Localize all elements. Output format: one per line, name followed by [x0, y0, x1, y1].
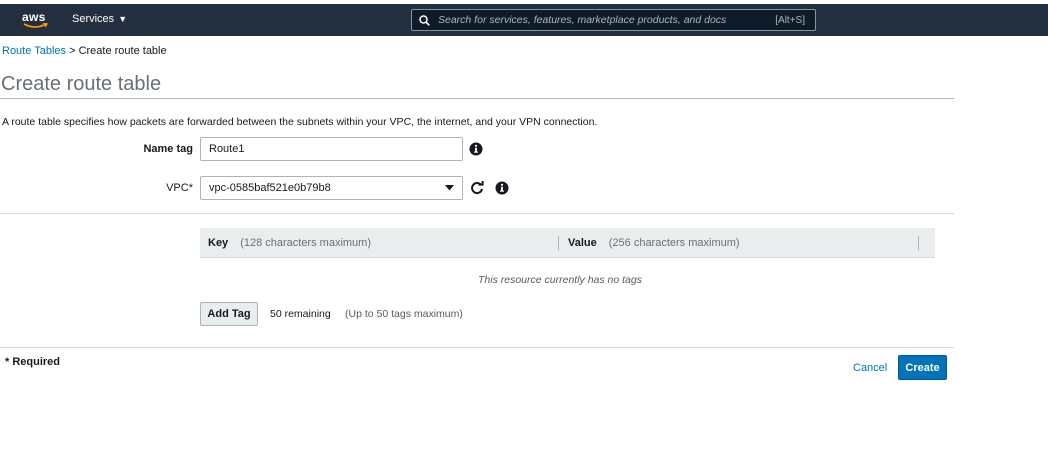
refresh-icon[interactable]	[470, 181, 484, 195]
page-description: A route table specifies how packets are …	[2, 116, 598, 128]
vpc-select[interactable]: vpc-0585baf521e0b79b8	[200, 176, 463, 200]
global-search-input[interactable]	[438, 14, 776, 26]
add-tag-button[interactable]: Add Tag	[200, 302, 258, 326]
key-header-label: Key	[208, 236, 229, 249]
name-tag-info-icon[interactable]	[469, 142, 483, 156]
key-column-header: Key (128 characters maximum)	[208, 237, 371, 249]
value-header-hint: (256 characters maximum)	[608, 236, 740, 249]
required-note: * Required	[5, 356, 61, 368]
top-navigation-bar: aws Services ▼ [Alt+S]	[0, 4, 1048, 36]
page-title: Create route table	[1, 73, 162, 95]
tags-table-header: Key (128 characters maximum) Value (256 ch…	[200, 228, 935, 258]
tags-remaining-count: 50 remaining	[270, 308, 331, 320]
column-separator	[558, 236, 559, 250]
create-button[interactable]: Create	[898, 355, 947, 380]
name-tag-input[interactable]	[200, 137, 463, 161]
column-separator	[918, 236, 919, 250]
breadcrumb-link-route-tables[interactable]: Route Tables	[2, 45, 66, 57]
title-divider	[0, 98, 954, 99]
search-shortcut-hint: [Alt+S]	[775, 14, 805, 26]
tags-max-note: (Up to 50 tags maximum)	[345, 308, 463, 320]
section-divider	[0, 213, 954, 214]
aws-logo-text: aws	[22, 10, 46, 24]
dropdown-caret-icon	[445, 185, 454, 191]
breadcrumb: Route Tables > Create route table	[2, 45, 167, 57]
caret-down-icon: ▼	[118, 14, 128, 24]
cancel-button[interactable]: Cancel	[853, 362, 887, 374]
tags-table: Key (128 characters maximum) Value (256 ch…	[200, 228, 935, 258]
global-search-box[interactable]: [Alt+S]	[411, 9, 816, 31]
vpc-label: VPC*	[166, 182, 193, 194]
aws-smile-icon	[23, 23, 49, 28]
name-tag-label: Name tag	[143, 143, 193, 155]
vpc-selected-value: vpc-0585baf521e0b79b8	[209, 182, 331, 194]
value-column-header: Value (256 characters maximum)	[568, 237, 740, 249]
services-menu-button[interactable]: Services ▼	[72, 13, 127, 25]
services-label: Services	[72, 13, 115, 25]
tags-empty-message: This resource currently has no tags	[478, 274, 642, 286]
breadcrumb-separator: >	[66, 45, 79, 57]
vpc-info-icon[interactable]	[495, 181, 509, 195]
key-header-hint: (128 characters maximum)	[240, 236, 372, 249]
search-icon	[419, 14, 430, 26]
footer-divider	[0, 347, 954, 348]
value-header-label: Value	[568, 236, 597, 249]
breadcrumb-current: Create route table	[78, 45, 167, 57]
aws-logo[interactable]: aws	[22, 10, 50, 32]
